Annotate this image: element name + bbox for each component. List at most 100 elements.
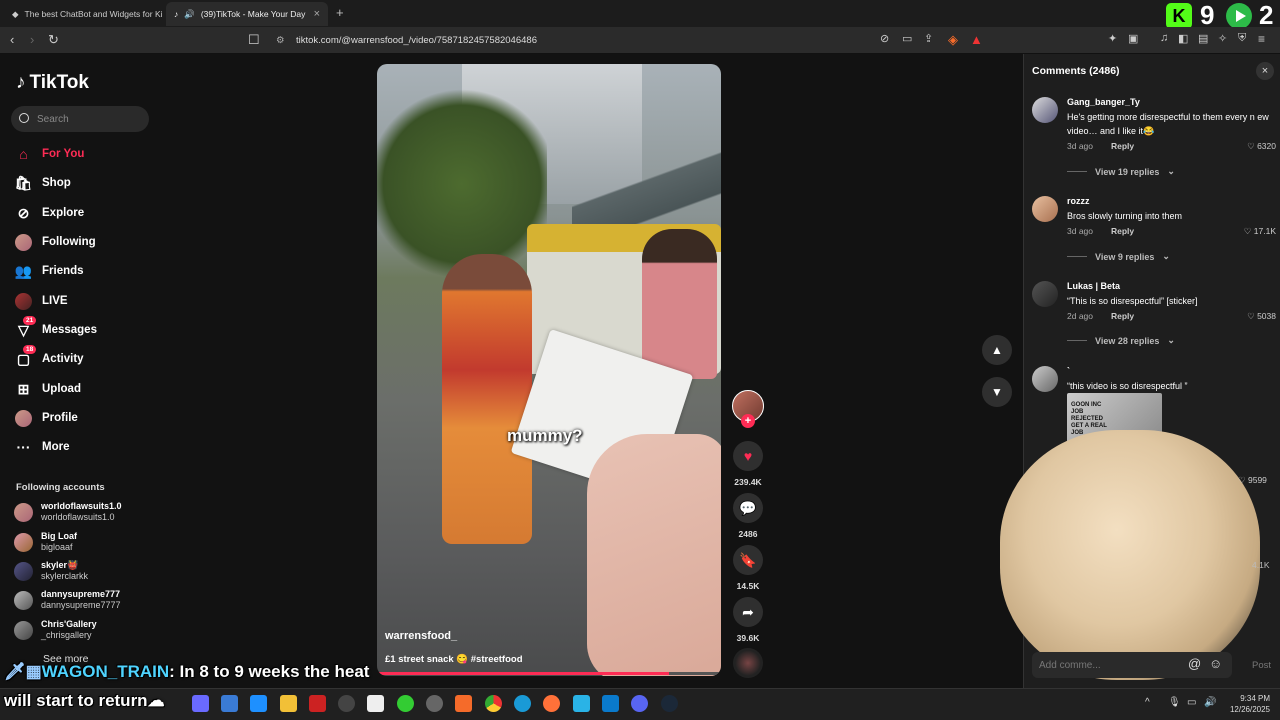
comment-user[interactable]: Lukas | Beta bbox=[1067, 281, 1120, 291]
brave-icon[interactable] bbox=[455, 695, 472, 712]
cast-icon[interactable]: ▭ bbox=[902, 32, 912, 45]
steam-icon[interactable] bbox=[661, 695, 678, 712]
taskbar-app-icon[interactable] bbox=[221, 695, 238, 712]
sound-disc[interactable] bbox=[733, 648, 763, 678]
tab-chatbot[interactable]: ◆ The best ChatBot and Widgets for Ki bbox=[4, 2, 162, 26]
new-tab-button[interactable]: + bbox=[336, 5, 344, 20]
tray-chevron-icon[interactable]: ^ bbox=[1145, 697, 1150, 708]
follow-plus-icon[interactable]: + bbox=[741, 414, 755, 428]
following-account[interactable]: Chris'Gallery _chrisgallery bbox=[14, 616, 97, 644]
taskbar-app-icon[interactable] bbox=[397, 695, 414, 712]
reply-button[interactable]: Reply bbox=[1111, 226, 1134, 236]
add-comment-input[interactable]: Add comme... bbox=[1032, 652, 1232, 678]
taskbar-app-icon[interactable] bbox=[192, 695, 209, 712]
network-icon[interactable]: ▭ bbox=[1187, 697, 1196, 708]
nav-profile[interactable]: Profile bbox=[15, 407, 78, 429]
comment-user[interactable]: ` bbox=[1067, 366, 1070, 376]
bookmark-icon[interactable]: ☐ bbox=[248, 32, 260, 48]
activity-badge: 18 bbox=[23, 344, 37, 354]
media-icon[interactable]: ♫ bbox=[1160, 32, 1168, 44]
volume-icon[interactable]: 🔊 bbox=[1204, 697, 1216, 708]
post-button[interactable]: Post bbox=[1252, 660, 1271, 671]
share-button[interactable]: ➦ 39.6K bbox=[733, 597, 763, 643]
view-replies-button[interactable]: View 28 replies ⌄ bbox=[1067, 335, 1175, 346]
nav-live[interactable]: LIVE bbox=[15, 290, 68, 312]
close-comments-button[interactable]: × bbox=[1256, 62, 1274, 80]
nav-more[interactable]: ··· More bbox=[15, 436, 70, 458]
vpn-icon[interactable]: ⛨ bbox=[1238, 32, 1246, 45]
nav-activity[interactable]: ▢ 18 Activity bbox=[15, 344, 84, 370]
firefox-icon[interactable] bbox=[543, 695, 560, 712]
microphone-icon[interactable]: 🎙 bbox=[1168, 697, 1181, 708]
emoji-icon[interactable]: ☺ bbox=[1209, 656, 1222, 671]
comment-likes[interactable]: ♡ 6320 bbox=[1247, 141, 1276, 152]
previous-video-button[interactable]: ▲ bbox=[982, 335, 1012, 365]
tab-tiktok[interactable]: ♪ 🔊 (39)TikTok - Make Your Day × bbox=[166, 2, 328, 26]
back-button[interactable]: ‹ bbox=[10, 32, 14, 47]
taskbar-app-icon[interactable] bbox=[367, 695, 384, 712]
site-info-icon[interactable]: ⚙ bbox=[276, 35, 285, 46]
edge-icon[interactable] bbox=[514, 695, 531, 712]
nav-messages[interactable]: ▽ 21 Messages bbox=[15, 315, 97, 341]
comment-likes[interactable]: ♡ 17.1K bbox=[1244, 226, 1276, 237]
nav-friends[interactable]: 👥 Friends bbox=[15, 260, 84, 282]
taskbar-app-icon[interactable] bbox=[338, 695, 355, 712]
reader-icon[interactable]: ⊘ bbox=[880, 32, 889, 45]
taskbar-app-icon[interactable] bbox=[309, 695, 326, 712]
tiktok-logo[interactable]: ♪ TikTok bbox=[16, 72, 89, 94]
following-account[interactable]: dannysupreme777 dannysupreme7777 bbox=[14, 586, 121, 614]
nav-following[interactable]: Following bbox=[15, 231, 96, 253]
tab-title: The best ChatBot and Widgets for Ki bbox=[24, 9, 162, 19]
nav-shop[interactable]: 🛍 Shop bbox=[15, 172, 71, 194]
extensions-icon[interactable]: ✦ bbox=[1108, 32, 1117, 45]
view-replies-button[interactable]: View 19 replies ⌄ bbox=[1067, 166, 1175, 177]
mention-icon[interactable]: @ bbox=[1188, 656, 1201, 671]
comment-button[interactable]: 💬 2486 bbox=[733, 493, 763, 539]
following-account[interactable]: Big Loaf bigloaaf bbox=[14, 528, 77, 556]
avatar[interactable] bbox=[1032, 281, 1058, 307]
brave-rewards-icon[interactable]: ▲ bbox=[970, 32, 983, 47]
brave-shield-icon[interactable]: ◈ bbox=[948, 32, 958, 48]
video-progress-bar[interactable] bbox=[377, 672, 721, 675]
next-video-button[interactable]: ▼ bbox=[982, 377, 1012, 407]
play-logo-icon bbox=[1226, 3, 1252, 29]
taskbar-app-icon[interactable] bbox=[426, 695, 443, 712]
leo-icon[interactable]: ✧ bbox=[1218, 32, 1227, 45]
save-button[interactable]: 🔖 14.5K bbox=[733, 545, 763, 591]
like-button[interactable]: ♥ 239.4K bbox=[733, 441, 763, 487]
reply-button[interactable]: Reply bbox=[1111, 311, 1134, 321]
view-replies-button[interactable]: View 9 replies ⌄ bbox=[1067, 251, 1170, 262]
nav-explore[interactable]: ⊘ Explore bbox=[15, 202, 85, 224]
following-account[interactable]: worldoflawsuits1.0 worldoflawsuits1.0 bbox=[14, 498, 122, 526]
avatar[interactable] bbox=[1032, 196, 1058, 222]
close-tab-icon[interactable]: × bbox=[314, 8, 320, 20]
url-field[interactable]: ⚙ tiktok.com/@warrensfood_/video/7587182… bbox=[270, 31, 1000, 50]
vscode-icon[interactable] bbox=[602, 695, 619, 712]
taskbar-app-icon[interactable] bbox=[250, 695, 267, 712]
nav-upload[interactable]: ⊞ Upload bbox=[15, 378, 81, 400]
search-input[interactable]: Search bbox=[11, 106, 149, 132]
screenshot-icon[interactable]: ▣ bbox=[1128, 32, 1138, 45]
video-author[interactable]: warrensfood_ bbox=[385, 630, 457, 642]
nav-for-you[interactable]: ⌂ For You bbox=[15, 143, 84, 165]
menu-icon[interactable]: ≡ bbox=[1258, 32, 1265, 46]
chrome-icon[interactable] bbox=[485, 695, 502, 712]
wallet-icon[interactable]: ▤ bbox=[1198, 32, 1208, 45]
reload-button[interactable]: ↻ bbox=[48, 32, 59, 48]
forward-button[interactable]: › bbox=[30, 32, 34, 47]
sidebar-icon[interactable]: ◧ bbox=[1178, 32, 1188, 45]
folder-icon[interactable] bbox=[280, 695, 297, 712]
reply-button[interactable]: Reply bbox=[1111, 141, 1134, 151]
video-player[interactable]: mummy? warrensfood_ £1 street snack 😋 #s… bbox=[377, 64, 721, 676]
following-account[interactable]: skyler👹 skylerclarkk bbox=[14, 557, 88, 585]
avatar[interactable] bbox=[1032, 366, 1058, 392]
comment-likes[interactable]: ♡ 5038 bbox=[1247, 311, 1276, 322]
share-icon[interactable]: ⇪ bbox=[924, 32, 933, 45]
avatar[interactable] bbox=[1032, 97, 1058, 123]
taskbar-clock[interactable]: 9:34 PM 12/26/2025 bbox=[1222, 693, 1270, 715]
comment-likes[interactable]: ♡ 9599 bbox=[1238, 475, 1267, 486]
comment-user[interactable]: Gang_banger_Ty bbox=[1067, 97, 1140, 107]
taskbar-app-icon[interactable] bbox=[573, 695, 590, 712]
discord-icon[interactable] bbox=[631, 695, 648, 712]
comment-user[interactable]: rozzz bbox=[1067, 196, 1090, 206]
